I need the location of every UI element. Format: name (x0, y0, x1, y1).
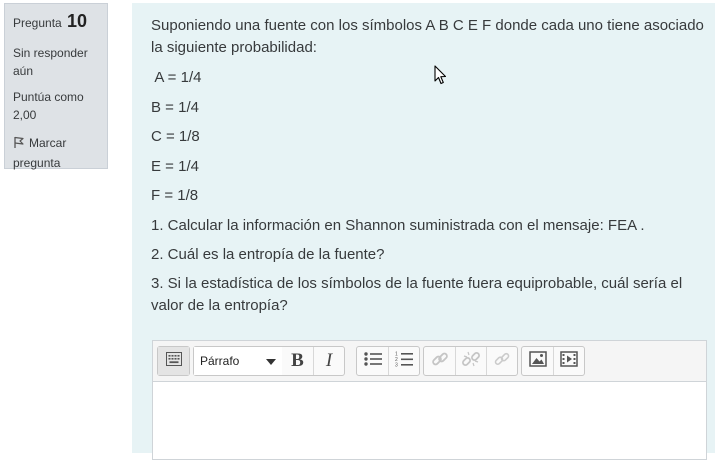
ordered-list-icon: 123 (395, 351, 413, 372)
insert-media-button[interactable] (553, 347, 584, 375)
ordered-list-button[interactable]: 123 (388, 347, 419, 375)
probability-a: A = 1/4 (151, 69, 202, 86)
toolbar-toggle-button[interactable] (158, 347, 189, 375)
anchor-button[interactable] (486, 347, 517, 375)
flag-question-link[interactable]: Marcar pregunta (13, 134, 99, 172)
question-item-2: 2. Cuál es la entropía de la fuente? (151, 245, 385, 263)
link-icon (431, 350, 449, 373)
flag-icon (13, 136, 25, 154)
probability-c: C = 1/8 (151, 128, 200, 145)
image-icon (528, 350, 547, 372)
toolbar-group-media (521, 346, 585, 376)
unlink-icon (462, 350, 480, 373)
bold-button[interactable]: B (282, 347, 313, 375)
question-info: Pregunta 10 Sin responder aún Puntúa com… (4, 3, 108, 172)
media-icon (560, 350, 578, 372)
toolbar-group-collapse (157, 346, 190, 376)
probability-f: F = 1/8 (151, 187, 199, 204)
question-formulation: Suponiendo una fuente con los símbolos A… (132, 3, 715, 460)
unlink-button[interactable] (455, 347, 486, 375)
chevron-down-icon (266, 354, 276, 368)
anchor-icon (493, 350, 511, 373)
toolbar-group-links (423, 346, 518, 376)
svg-text:3: 3 (395, 362, 398, 367)
question-item-3: 3. Si la estadística de los símbolos de … (151, 274, 683, 314)
probability-e: E = 1/4 (151, 157, 199, 175)
probability-b: B = 1/4 (151, 98, 199, 116)
italic-label: I (325, 350, 333, 371)
mouse-cursor-icon (434, 65, 447, 90)
paragraph-format-select[interactable]: Párrafo (194, 347, 282, 375)
question-number-value: 10 (67, 11, 88, 31)
question-intro: Suponiendo una fuente con los símbolos A… (151, 17, 704, 56)
answer-editor: Párrafo B I 123 (152, 340, 707, 460)
question-item-1: 1. Calcular la información en Shannon su… (151, 216, 645, 234)
bold-label: B (291, 350, 304, 371)
question-grade: Puntúa como 2,00 (13, 90, 84, 122)
insert-image-button[interactable] (522, 347, 553, 375)
unordered-list-icon (363, 351, 382, 371)
editor-content-area[interactable] (153, 382, 706, 462)
format-select-value: Párrafo (200, 354, 240, 368)
unordered-list-button[interactable] (357, 347, 388, 375)
question-state: Sin responder aún (13, 46, 88, 78)
question-label: Pregunta (13, 16, 62, 30)
question-number: Pregunta 10 (13, 11, 99, 32)
link-button[interactable] (424, 347, 455, 375)
toolbar-group-style: Párrafo B I (193, 346, 345, 376)
italic-button[interactable]: I (313, 347, 344, 375)
toolbar-toggle-icon (165, 351, 182, 371)
editor-toolbar: Párrafo B I 123 (153, 341, 706, 382)
question-text: Suponiendo una fuente con los símbolos A… (151, 15, 707, 324)
toolbar-group-lists: 123 (356, 346, 420, 376)
